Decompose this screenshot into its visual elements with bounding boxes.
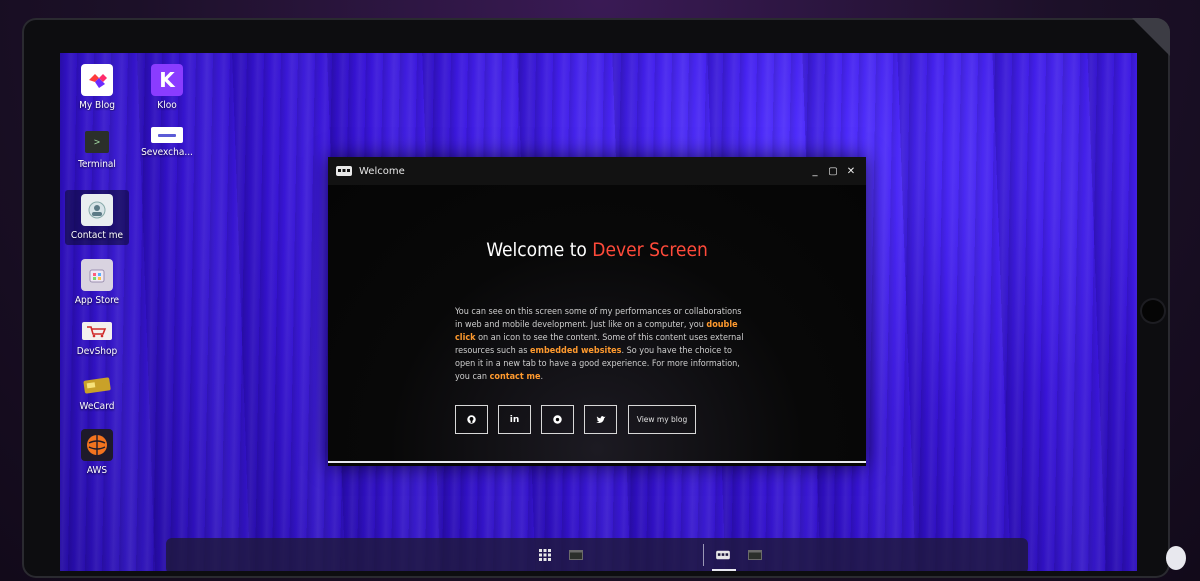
desktop-icon-label: Kloo	[157, 100, 177, 111]
welcome-heading: Welcome to Dever Screen	[328, 239, 866, 261]
active-app-indicator	[712, 569, 736, 571]
maximize-button[interactable]: ▢	[828, 166, 838, 177]
welcome-paragraph: You can see on this screen some of my pe…	[455, 306, 745, 383]
window-title: Welcome	[359, 165, 405, 177]
highlight-embedded-websites: embedded websites	[530, 345, 622, 356]
desktop-icon-kloo[interactable]: K Kloo	[131, 64, 203, 111]
welcome-window[interactable]: Welcome _ ▢ ✕ Welcome to Dever Screen Yo…	[328, 157, 866, 466]
desktop-icon-label: App Store	[74, 295, 120, 306]
floating-light	[1166, 546, 1186, 570]
taskbar	[166, 538, 1028, 571]
camera-icon	[1142, 300, 1164, 322]
desktop-icon-sevexchange[interactable]: Sevexcha...	[131, 127, 203, 158]
terminal-icon: >	[85, 131, 109, 153]
window-app-icon	[336, 166, 352, 176]
circle-logo-button[interactable]	[541, 405, 574, 434]
taskbar-separator	[703, 544, 704, 566]
desktop-icon-terminal[interactable]: > Terminal	[61, 131, 133, 170]
tablet-corner	[1132, 18, 1170, 56]
paragraph-text: You can see on this screen some of my pe…	[455, 307, 742, 330]
desktop-icon-wecard[interactable]: WeCard	[61, 375, 133, 412]
circle-logo-icon	[553, 415, 562, 424]
social-links: in View my blog	[455, 405, 696, 434]
linkedin-icon: in	[509, 414, 520, 425]
twitter-icon	[595, 416, 605, 423]
contact-me-link[interactable]: contact me	[490, 372, 541, 382]
desktop-icon-label: WeCard	[79, 401, 115, 412]
github-button[interactable]	[455, 405, 488, 434]
desktop-icon-app-store[interactable]: App Store	[61, 259, 133, 306]
aws-icon	[81, 429, 113, 461]
window-titlebar[interactable]: Welcome _ ▢ ✕	[328, 157, 866, 185]
desktop-icon-label: AWS	[86, 465, 108, 476]
taskbar-terminal-button[interactable]	[568, 547, 584, 563]
view-blog-button[interactable]: View my blog	[628, 405, 696, 434]
contact-icon	[81, 194, 113, 226]
taskbar-welcome-button[interactable]	[715, 547, 731, 563]
window-content: Welcome to Dever Screen You can see on t…	[328, 185, 866, 463]
desktop-icon-label: Sevexcha...	[141, 147, 193, 158]
sevexchange-icon	[151, 127, 183, 143]
desktop-icon-contact-me[interactable]: Contact me	[65, 190, 129, 245]
heading-accent: Dever Screen	[592, 239, 708, 261]
terminal-icon	[569, 550, 583, 560]
devshop-icon	[82, 322, 112, 340]
terminal-icon	[748, 550, 762, 560]
desktop-icon-label: Contact me	[70, 230, 124, 241]
desktop-icon-devshop[interactable]: DevShop	[61, 322, 133, 357]
wecard-icon	[81, 375, 113, 395]
paragraph-text: .	[540, 371, 544, 382]
desktop-icon-label: DevShop	[76, 346, 118, 357]
kloo-icon: K	[151, 64, 183, 96]
desktop-screen: My Blog K Kloo > Terminal Sevexcha... Co…	[60, 53, 1137, 571]
twitter-button[interactable]	[584, 405, 617, 434]
window-bottom-bar	[328, 461, 866, 463]
github-icon	[467, 415, 476, 424]
desktop-icon-my-blog[interactable]: My Blog	[61, 64, 133, 111]
app-grid-button[interactable]	[537, 547, 553, 563]
my-blog-icon	[81, 64, 113, 96]
linkedin-button[interactable]: in	[498, 405, 531, 434]
welcome-app-icon	[716, 550, 730, 560]
taskbar-terminal-2-button[interactable]	[747, 547, 763, 563]
app-store-icon	[81, 259, 113, 291]
app-grid-icon	[539, 549, 551, 561]
desktop-icon-aws[interactable]: AWS	[61, 429, 133, 476]
heading-prefix: Welcome to	[486, 239, 593, 261]
close-button[interactable]: ✕	[846, 166, 856, 177]
minimize-button[interactable]: _	[810, 166, 820, 177]
desktop-icon-label: My Blog	[79, 100, 115, 111]
desktop-icon-label: Terminal	[78, 159, 116, 170]
